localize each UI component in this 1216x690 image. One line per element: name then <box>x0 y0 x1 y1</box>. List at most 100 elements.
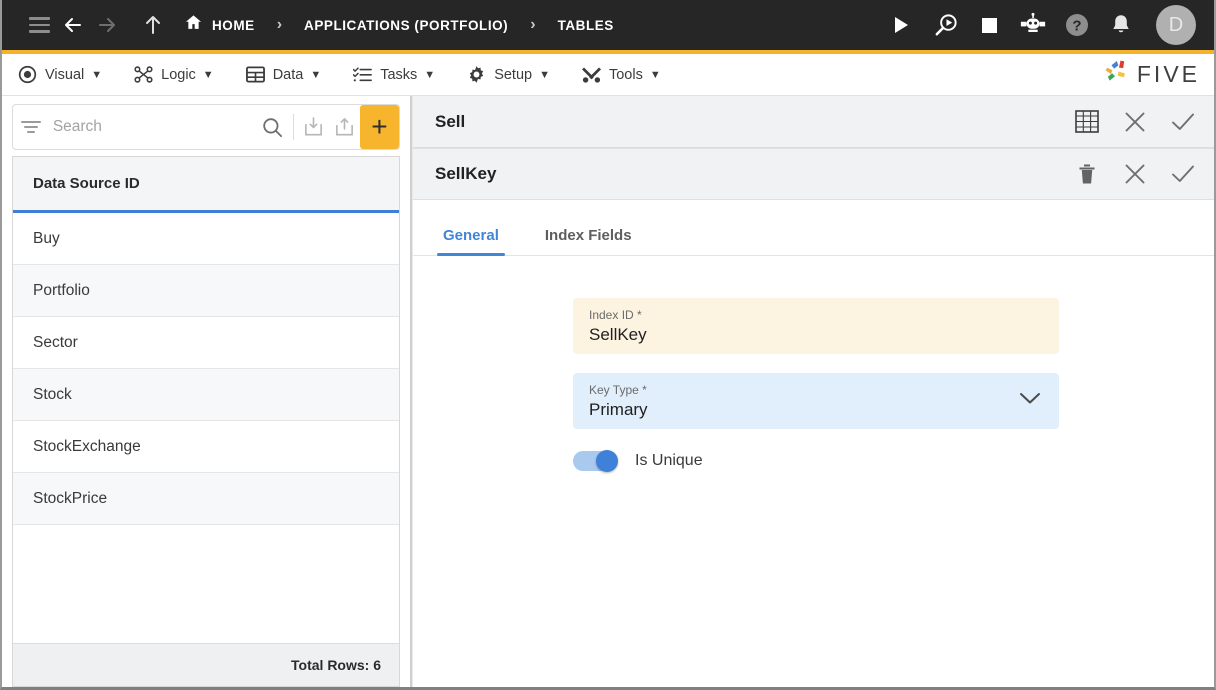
breadcrumb-label: APPLICATIONS (PORTFOLIO) <box>304 17 509 33</box>
grid-row-label: StockExchange <box>33 437 141 455</box>
chevron-down-icon[interactable] <box>1019 392 1041 411</box>
logic-nodes-icon <box>134 65 153 84</box>
table-close-button[interactable] <box>1122 109 1148 135</box>
main-menu-bar: Visual ▼ Logic ▼ Data ▼ Tasks ▼ Setup ▼ … <box>2 54 1214 96</box>
forward-button[interactable] <box>90 8 124 42</box>
assistant-button[interactable] <box>1018 10 1048 40</box>
index-close-button[interactable] <box>1122 161 1148 187</box>
grid-footer-total: Total Rows: 6 <box>12 643 400 687</box>
data-source-grid: Data Source ID Buy Portfolio Sector Stock St… <box>12 156 400 643</box>
add-data-source-button[interactable]: + <box>359 105 399 149</box>
toggle-knob <box>596 450 618 472</box>
menu-label: Setup <box>494 66 533 83</box>
key-type-value: Primary <box>589 400 648 419</box>
menu-tools[interactable]: Tools ▼ <box>581 65 661 84</box>
search-input[interactable] <box>48 118 257 136</box>
grid-column-header[interactable]: Data Source ID <box>13 157 399 213</box>
breadcrumb-separator: › <box>530 16 536 33</box>
menu-logic[interactable]: Logic ▼ <box>134 65 214 84</box>
grid-row-label: Sector <box>33 333 78 351</box>
notifications-button[interactable] <box>1106 10 1136 40</box>
page-title: Sell <box>435 111 466 131</box>
grid-row-list: Buy Portfolio Sector Stock StockExchange Stoc… <box>13 213 399 643</box>
breadcrumb: HOME › APPLICATIONS (PORTFOLIO) › TABLES <box>184 15 614 35</box>
table-panel-header: Sell <box>413 96 1214 148</box>
top-navigation-bar: HOME › APPLICATIONS (PORTFOLIO) › TABLES <box>2 0 1214 50</box>
tab-general[interactable]: General <box>437 227 505 256</box>
menu-label: Visual <box>45 66 85 83</box>
export-upload-icon[interactable] <box>329 105 360 149</box>
key-type-label: Key Type * <box>589 383 647 397</box>
grid-row-label: Portfolio <box>33 281 90 299</box>
grid-row[interactable]: Sector <box>13 317 399 369</box>
index-delete-button[interactable] <box>1074 161 1100 187</box>
index-save-button[interactable] <box>1170 161 1196 187</box>
tab-index-fields[interactable]: Index Fields <box>539 227 638 255</box>
menu-label: Data <box>272 66 304 83</box>
brand-text: FIVE <box>1136 61 1200 87</box>
grid-row-label: StockPrice <box>33 489 108 507</box>
index-id-value: SellKey <box>589 325 647 344</box>
is-unique-row: Is Unique <box>573 450 1214 472</box>
index-panel-header: SellKey <box>413 148 1214 200</box>
index-id-label: Index ID * <box>589 308 642 322</box>
filter-icon[interactable] <box>13 120 49 134</box>
help-button[interactable]: ? <box>1062 10 1092 40</box>
menu-label: Tasks <box>380 66 418 83</box>
key-type-field[interactable]: Key Type * Primary <box>573 373 1059 429</box>
table-grid-icon <box>245 65 265 84</box>
breadcrumb-item-applications[interactable]: APPLICATIONS (PORTFOLIO) <box>304 18 508 33</box>
is-unique-toggle[interactable] <box>573 450 618 472</box>
menu-setup[interactable]: Setup ▼ <box>467 65 550 84</box>
trash-icon <box>1079 164 1095 184</box>
grid-row[interactable]: Portfolio <box>13 265 399 317</box>
grid-row[interactable]: StockExchange <box>13 421 399 473</box>
arrow-forward-icon <box>99 18 115 32</box>
breadcrumb-label: TABLES <box>557 17 614 33</box>
menu-visual[interactable]: Visual ▼ <box>18 65 102 84</box>
table-save-button[interactable] <box>1170 109 1196 135</box>
table-view-button[interactable] <box>1074 109 1100 135</box>
chevron-down-icon: ▼ <box>91 68 103 81</box>
search-icon[interactable] <box>257 105 288 149</box>
plus-icon: + <box>371 111 388 142</box>
grid-row[interactable]: StockPrice <box>13 473 399 525</box>
grid-empty-space <box>13 525 399 643</box>
import-download-icon[interactable] <box>298 105 329 149</box>
svg-text:?: ? <box>1072 18 1081 35</box>
breadcrumb-label: HOME <box>212 17 255 33</box>
menu-data[interactable]: Data ▼ <box>245 65 321 84</box>
hamburger-icon <box>28 17 50 33</box>
index-id-field[interactable]: Index ID * SellKey <box>573 298 1059 354</box>
application-window: HOME › APPLICATIONS (PORTFOLIO) › TABLES <box>0 0 1216 690</box>
breadcrumb-item-tables[interactable]: TABLES <box>558 18 614 33</box>
chevron-down-icon: ▼ <box>202 68 214 81</box>
grid-row-label: Buy <box>33 229 60 247</box>
grid-row[interactable]: Stock <box>13 369 399 421</box>
magnifier-play-icon <box>935 13 957 35</box>
debug-button[interactable] <box>930 10 960 40</box>
close-x-icon <box>1125 164 1145 184</box>
editor-panel: Sell SellKey General Index Fields Index … <box>412 96 1214 687</box>
chevron-down-icon: ▼ <box>424 68 436 81</box>
breadcrumb-item-home[interactable]: HOME <box>184 15 255 35</box>
menu-tasks[interactable]: Tasks ▼ <box>353 65 435 84</box>
toolbar-divider <box>292 114 294 140</box>
home-icon <box>184 13 203 35</box>
stop-icon <box>981 17 997 33</box>
index-form: Index ID * SellKey Key Type * Primary Is… <box>413 256 1214 687</box>
chevron-down-icon: ▼ <box>649 68 661 81</box>
user-avatar[interactable]: D <box>1156 5 1196 45</box>
robot-icon <box>1020 12 1046 32</box>
up-button[interactable] <box>136 8 170 42</box>
run-button[interactable] <box>886 10 916 40</box>
hamburger-menu-button[interactable] <box>22 8 56 42</box>
back-button[interactable] <box>56 8 90 42</box>
play-icon <box>894 17 908 33</box>
tools-icon <box>581 65 601 84</box>
grid-row[interactable]: Buy <box>13 213 399 265</box>
grid-row-label: Stock <box>33 385 72 403</box>
stop-button[interactable] <box>974 10 1004 40</box>
gear-icon <box>467 65 486 84</box>
chevron-down-icon: ▼ <box>539 68 550 81</box>
